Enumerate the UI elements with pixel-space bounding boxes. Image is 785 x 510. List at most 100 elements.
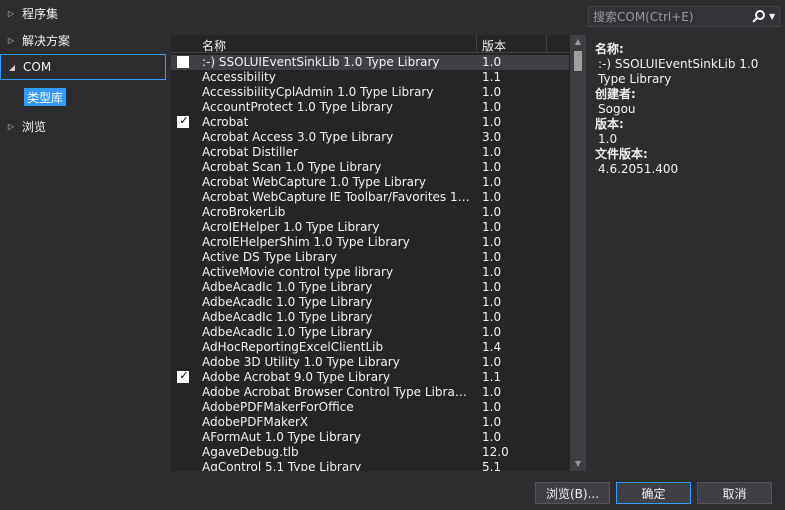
list-item[interactable]: Acrobat Distiller 1.0 xyxy=(171,145,569,160)
list-item[interactable]: Adobe 3D Utility 1.0 Type Library 1.0 xyxy=(171,355,569,370)
library-name: AgaveDebug.tlb xyxy=(202,445,299,459)
library-name: AcroIEHelperShim 1.0 Type Library xyxy=(202,235,410,249)
library-version: 1.0 xyxy=(482,325,502,339)
list-item[interactable]: ActiveMovie control type library 1.0 xyxy=(171,265,569,280)
list-item[interactable]: Acrobat WebCapture 1.0 Type Library 1.0 xyxy=(171,175,569,190)
library-name: ActiveMovie control type library xyxy=(202,265,394,279)
nav-item-solution[interactable]: ▷ 解决方案 xyxy=(0,28,166,52)
library-name: Adobe 3D Utility 1.0 Type Library xyxy=(202,355,400,369)
library-version: 1.0 xyxy=(482,220,502,234)
library-name: Acrobat WebCapture 1.0 Type Library xyxy=(202,175,427,189)
list-scrollbar[interactable]: ▲ ▼ xyxy=(570,35,586,471)
scroll-down-icon[interactable]: ▼ xyxy=(570,457,586,471)
category-nav: ▷ 程序集 ▷ 解决方案 ◢ COM 类型库 ▷ 浏览 xyxy=(0,0,166,475)
library-name: AccountProtect 1.0 Type Library xyxy=(202,100,393,114)
ok-button[interactable]: 确定 xyxy=(616,482,691,504)
detail-creator-value: Sogou xyxy=(598,102,636,116)
nav-item-label: 浏览 xyxy=(22,119,47,134)
library-version: 1.0 xyxy=(482,310,502,324)
library-version: 1.4 xyxy=(482,340,502,354)
type-library-list: 名称 版本 :-) SSOLUIEventSinkLib 1.0 Type Li… xyxy=(171,35,585,471)
search-options-dropdown-icon[interactable]: ▼ xyxy=(769,8,779,26)
library-version: 1.0 xyxy=(482,160,502,174)
list-item[interactable]: AgControl 5.1 Type Library 5.1 xyxy=(171,460,569,471)
list-item[interactable]: AFormAut 1.0 Type Library 1.0 xyxy=(171,430,569,445)
detail-file-version-label: 文件版本: xyxy=(595,147,648,161)
include-checkbox[interactable]: ✓ xyxy=(177,369,189,383)
library-version: 1.0 xyxy=(482,250,502,264)
library-version: 1.0 xyxy=(482,205,502,219)
library-version: 1.1 xyxy=(482,370,502,384)
list-item[interactable]: AcroIEHelper 1.0 Type Library 1.0 xyxy=(171,220,569,235)
library-name: Active DS Type Library xyxy=(202,250,337,264)
library-name: AFormAut 1.0 Type Library xyxy=(202,430,362,444)
list-item[interactable]: AccountProtect 1.0 Type Library 1.0 xyxy=(171,100,569,115)
column-divider[interactable] xyxy=(476,35,477,53)
list-item[interactable]: AdbeAcadIc 1.0 Type Library 1.0 xyxy=(171,280,569,295)
scroll-up-icon[interactable]: ▲ xyxy=(570,35,586,49)
library-name: AdHocReportingExcelClientLib xyxy=(202,340,384,354)
list-item[interactable]: ✓ Adobe Acrobat 9.0 Type Library 1.1 xyxy=(171,369,569,385)
nav-item-type-libraries[interactable]: 类型库 xyxy=(24,88,67,106)
library-version: 1.0 xyxy=(482,145,502,159)
column-divider[interactable] xyxy=(546,35,547,53)
reference-manager-dialog: ▷ 程序集 ▷ 解决方案 ◢ COM 类型库 ▷ 浏览 ▼ 名称 xyxy=(0,0,785,510)
list-item[interactable]: Acrobat Scan 1.0 Type Library 1.0 xyxy=(171,160,569,175)
search-input[interactable] xyxy=(593,9,743,25)
nav-item-label: COM xyxy=(23,60,52,74)
list-item[interactable]: Accessibility 1.1 xyxy=(171,70,569,85)
nav-item-com[interactable]: ◢ COM xyxy=(0,54,166,80)
nav-item-assemblies[interactable]: ▷ 程序集 xyxy=(0,1,166,25)
library-name: AdobePDFMakerX xyxy=(202,415,309,429)
list-item[interactable]: AdHocReportingExcelClientLib 1.4 xyxy=(171,340,569,355)
library-name: Acrobat Scan 1.0 Type Library xyxy=(202,160,382,174)
library-name: Acrobat WebCapture IE Toolbar/Favorites … xyxy=(202,190,470,204)
list-item[interactable]: Acrobat Access 3.0 Type Library 3.0 xyxy=(171,130,569,145)
library-version: 1.0 xyxy=(482,400,502,414)
library-version: 12.0 xyxy=(482,445,509,459)
library-version: 1.0 xyxy=(482,280,502,294)
collapse-arrow-icon: ◢ xyxy=(8,62,16,72)
library-name: Acrobat Access 3.0 Type Library xyxy=(202,130,394,144)
list-rows: :-) SSOLUIEventSinkLib 1.0 Type Library 1… xyxy=(171,55,569,471)
library-name: AdbeAcadIc 1.0 Type Library xyxy=(202,295,373,309)
list-item[interactable]: AdbeAcadIc 1.0 Type Library 1.0 xyxy=(171,310,569,325)
list-item[interactable]: ✓ Acrobat 1.0 xyxy=(171,114,569,130)
include-checkbox[interactable] xyxy=(177,56,189,68)
scroll-thumb[interactable] xyxy=(574,51,582,71)
list-item[interactable]: AdobePDFMakerX 1.0 xyxy=(171,415,569,430)
list-item[interactable]: AcroBrokerLib 1.0 xyxy=(171,205,569,220)
list-item[interactable]: AdbeAcadIc 1.0 Type Library 1.0 xyxy=(171,325,569,340)
list-item[interactable]: :-) SSOLUIEventSinkLib 1.0 Type Library 1… xyxy=(171,55,569,70)
expand-arrow-icon: ▷ xyxy=(7,35,15,45)
detail-file-version-value: 4.6.2051.400 xyxy=(598,162,679,176)
details-pane: 名称: :-) SSOLUIEventSinkLib 1.0 Type Libr… xyxy=(595,42,780,177)
detail-creator-label: 创建者: xyxy=(595,87,636,101)
library-version: 1.0 xyxy=(482,295,502,309)
library-version: 1.0 xyxy=(482,385,502,399)
nav-item-label: 程序集 xyxy=(22,6,59,21)
library-name: :-) SSOLUIEventSinkLib 1.0 Type Library xyxy=(202,55,440,69)
column-header-version[interactable]: 版本 xyxy=(482,37,506,54)
library-name: AdobePDFMakerForOffice xyxy=(202,400,354,414)
search-box: ▼ xyxy=(588,6,780,27)
list-item[interactable]: AgaveDebug.tlb 12.0 xyxy=(171,445,569,460)
library-version: 5.1 xyxy=(482,460,502,471)
browse-button[interactable]: 浏览(B)... xyxy=(535,482,610,504)
nav-item-browse[interactable]: ▷ 浏览 xyxy=(0,114,166,138)
list-item[interactable]: AdbeAcadIc 1.0 Type Library 1.0 xyxy=(171,295,569,310)
list-item[interactable]: Acrobat WebCapture IE Toolbar/Favorites … xyxy=(171,190,569,205)
list-item[interactable]: AcroIEHelperShim 1.0 Type Library 1.0 xyxy=(171,235,569,250)
list-item[interactable]: AccessibilityCplAdmin 1.0 Type Library 1.… xyxy=(171,85,569,100)
list-item[interactable]: AdobePDFMakerForOffice 1.0 xyxy=(171,400,569,415)
list-item[interactable]: Active DS Type Library 1.0 xyxy=(171,250,569,265)
library-name: Accessibility xyxy=(202,70,276,84)
list-item[interactable]: Adobe Acrobat Browser Control Type Libra… xyxy=(171,385,569,400)
library-version: 1.1 xyxy=(482,70,502,84)
library-version: 1.0 xyxy=(482,55,502,69)
include-checkbox[interactable]: ✓ xyxy=(177,114,189,128)
library-name: AccessibilityCplAdmin 1.0 Type Library xyxy=(202,85,434,99)
search-icon[interactable] xyxy=(751,8,767,26)
column-header-name[interactable]: 名称 xyxy=(202,37,226,54)
cancel-button[interactable]: 取消 xyxy=(697,482,772,504)
